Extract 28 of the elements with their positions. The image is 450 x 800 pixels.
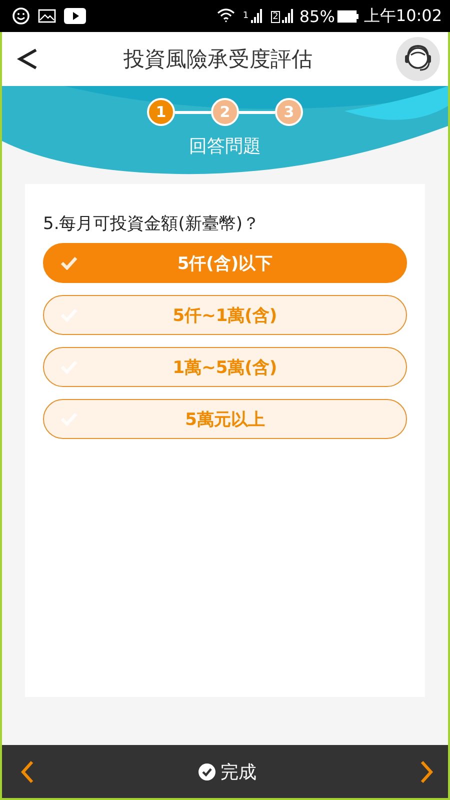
clock: 上午10:02	[364, 6, 442, 26]
answer-option[interactable]: 5仟~1萬(含)	[43, 295, 407, 335]
question-text: 5.每月可投資金額(新臺幣)？	[43, 213, 260, 235]
answer-option[interactable]: 1萬~5萬(含)	[43, 347, 407, 387]
signal-icon	[250, 9, 263, 23]
chevron-left-icon	[20, 760, 34, 784]
battery-percent: 85%	[299, 6, 335, 26]
smiley-icon	[12, 7, 30, 25]
check-circle-icon	[198, 762, 216, 780]
support-agent-button[interactable]	[396, 37, 440, 81]
signal-icon	[282, 9, 294, 23]
step-title: 回答問題	[189, 135, 261, 158]
page-title: 投資風險承受度評估	[124, 46, 312, 73]
chevron-right-icon	[420, 760, 434, 784]
step-connector	[175, 110, 211, 114]
check-icon	[60, 256, 78, 270]
sim-number: 1	[242, 10, 249, 20]
answer-option[interactable]: 5萬元以上	[43, 399, 407, 439]
image-icon	[38, 9, 56, 23]
step-connector	[239, 110, 275, 114]
previous-button[interactable]	[20, 760, 34, 784]
wifi-icon	[216, 8, 235, 24]
next-button[interactable]	[420, 760, 434, 784]
answer-option[interactable]: 5仟(含)以下	[43, 243, 407, 283]
play-icon	[64, 8, 86, 24]
battery-icon	[336, 10, 359, 22]
sim-number: 2	[270, 10, 280, 22]
done-button[interactable]: 完成	[192, 758, 262, 784]
